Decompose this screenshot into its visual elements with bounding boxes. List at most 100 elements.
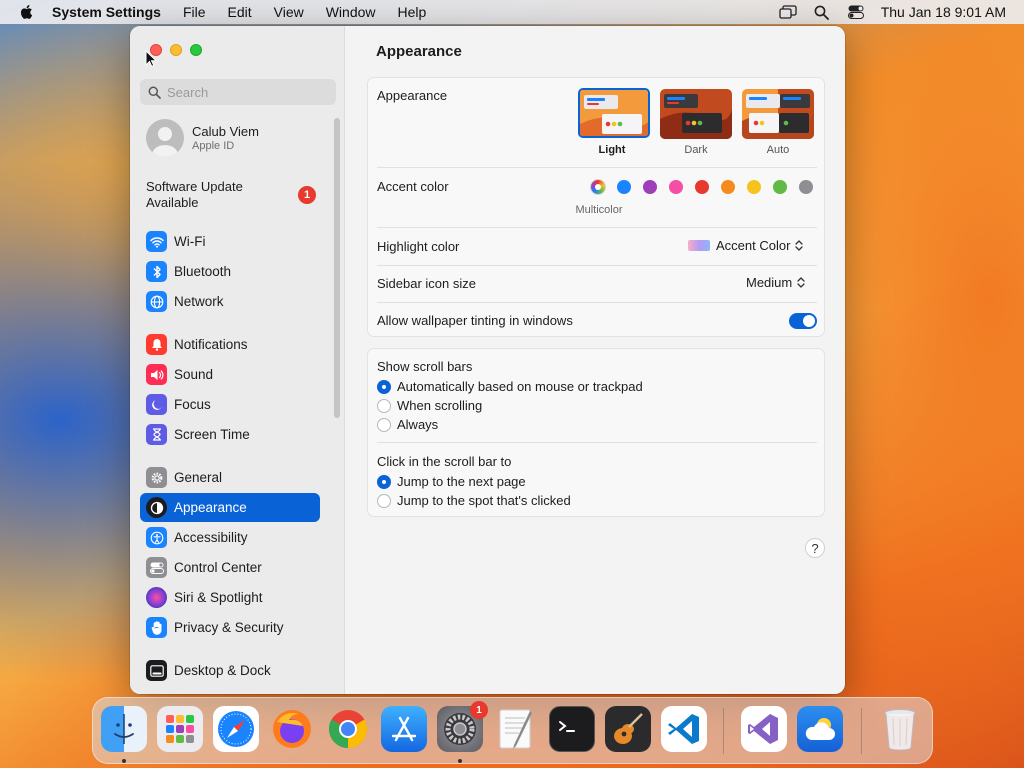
radio-button[interactable]: [377, 379, 391, 394]
search-input[interactable]: [167, 84, 327, 100]
dock-finder[interactable]: [101, 706, 147, 752]
sidebar-item-label: Siri & Spotlight: [174, 590, 263, 605]
menu-window[interactable]: Window: [326, 4, 376, 20]
radio-label: Always: [397, 417, 439, 432]
menu-app-name[interactable]: System Settings: [52, 4, 161, 20]
click-scroll-option-next-page[interactable]: Jump to the next page: [377, 474, 817, 489]
sidebar-item-screen-time[interactable]: Screen Time: [140, 420, 320, 449]
radio-button[interactable]: [377, 398, 391, 413]
accent-blue-swatch[interactable]: [617, 180, 631, 194]
accent-green-swatch[interactable]: [773, 180, 787, 194]
spotlight-search-icon[interactable]: [813, 3, 831, 21]
terminal-icon: [559, 721, 575, 732]
zoom-button[interactable]: [190, 44, 202, 56]
accent-orange-swatch[interactable]: [721, 180, 735, 194]
accent-multicolor-swatch[interactable]: [591, 180, 605, 194]
menu-view[interactable]: View: [274, 4, 304, 20]
sidebar-item-privacy-security[interactable]: Privacy & Security: [140, 613, 320, 642]
accessibility-icon: [146, 527, 167, 548]
gear-icon: [146, 467, 167, 488]
accent-red-swatch[interactable]: [695, 180, 709, 194]
sidebar-item-label: Control Center: [174, 560, 262, 575]
accent-yellow-swatch[interactable]: [747, 180, 761, 194]
sidebar-item-label: Bluetooth: [174, 264, 232, 279]
help-button[interactable]: ?: [805, 538, 825, 558]
trash-icon: [884, 709, 916, 751]
appearance-settings-group: Appearance Light Dark Auto Accent color …: [367, 77, 825, 337]
dock-app-store[interactable]: [381, 706, 427, 752]
dock-weather[interactable]: [797, 706, 843, 752]
click-scroll-option-spot[interactable]: Jump to the spot that's clicked: [377, 493, 817, 508]
control-center-icon[interactable]: [847, 3, 865, 21]
dock-launchpad[interactable]: [157, 706, 203, 752]
scroll-bars-option-when-scrolling[interactable]: When scrolling: [377, 398, 817, 413]
menu-file[interactable]: File: [183, 4, 206, 20]
sidebar-item-network[interactable]: Network: [140, 287, 320, 316]
apple-logo-icon[interactable]: [18, 3, 36, 21]
accent-pink-swatch[interactable]: [669, 180, 683, 194]
scroll-bars-option-automatic[interactable]: Automatically based on mouse or trackpad: [377, 379, 817, 394]
dock-garageband[interactable]: [605, 706, 651, 752]
launchpad-icon: [166, 715, 194, 743]
dock-terminal[interactable]: [549, 706, 595, 752]
show-scroll-bars-label: Show scroll bars: [377, 359, 473, 374]
highlight-color-value: Accent Color: [716, 238, 791, 253]
radio-label: Jump to the next page: [397, 474, 526, 489]
search-field[interactable]: [140, 79, 336, 105]
screen-mirroring-icon[interactable]: [779, 3, 797, 21]
accent-graphite-swatch[interactable]: [799, 180, 813, 194]
dock-textedit[interactable]: [493, 706, 539, 752]
textedit-icon: [499, 709, 532, 749]
dock-chrome[interactable]: [325, 706, 371, 752]
sidebar-item-sound[interactable]: Sound: [140, 360, 320, 389]
sidebar-item-appearance[interactable]: Appearance: [140, 493, 320, 522]
account-name: Calub Viem: [192, 124, 259, 139]
software-update-item[interactable]: Software Update Available 1: [146, 179, 316, 211]
menu-clock[interactable]: Thu Jan 18 9:01 AM: [881, 4, 1006, 20]
sidebar-item-general[interactable]: General: [140, 463, 320, 492]
divider: [377, 265, 817, 266]
highlight-color-preview: [688, 240, 710, 251]
radio-button[interactable]: [377, 417, 391, 432]
dock-trash[interactable]: [877, 706, 923, 752]
sidebar-item-siri-spotlight[interactable]: Siri & Spotlight: [140, 583, 320, 612]
running-indicator: [458, 759, 462, 763]
dock-separator: [861, 708, 862, 754]
sidebar-item-label: Notifications: [174, 337, 248, 352]
sidebar-item-control-center[interactable]: Control Center: [140, 553, 320, 582]
sidebar-item-label: Focus: [174, 397, 211, 412]
sidebar-item-accessibility[interactable]: Accessibility: [140, 523, 320, 552]
dock-vscode[interactable]: [661, 706, 707, 752]
dock-separator: [723, 708, 724, 754]
accent-purple-swatch[interactable]: [643, 180, 657, 194]
menu-edit[interactable]: Edit: [228, 4, 252, 20]
highlight-color-popup[interactable]: Accent Color: [688, 238, 804, 253]
sidebar-icon-size-popup[interactable]: Medium: [746, 275, 805, 290]
sidebar-item-notifications[interactable]: Notifications: [140, 330, 320, 359]
dock-safari[interactable]: [213, 706, 259, 752]
sidebar-item-focus[interactable]: Focus: [140, 390, 320, 419]
sidebar-item-desktop-dock[interactable]: Desktop & Dock: [140, 656, 320, 685]
appearance-option-dark-label: Dark: [684, 144, 708, 156]
dock-firefox[interactable]: [269, 706, 315, 752]
apple-id-account[interactable]: Calub Viem Apple ID: [146, 119, 259, 157]
menu-help[interactable]: Help: [398, 4, 427, 20]
sidebar-item-label: Wi-Fi: [174, 234, 206, 249]
weather-icon: [805, 718, 835, 740]
sidebar-item-wifi[interactable]: Wi-Fi: [140, 227, 320, 256]
chevron-up-down-icon: [795, 239, 804, 253]
app-store-icon: [391, 716, 417, 742]
window-controls: [150, 44, 202, 56]
minimize-button[interactable]: [170, 44, 182, 56]
appearance-option-light-label: Light: [598, 144, 626, 156]
wallpaper-tinting-toggle[interactable]: [789, 313, 817, 329]
control-center-icon: [146, 557, 167, 578]
radio-button[interactable]: [377, 474, 391, 489]
divider: [377, 442, 817, 443]
radio-button[interactable]: [377, 493, 391, 508]
dock-visual-studio[interactable]: [741, 706, 787, 752]
hourglass-icon: [146, 424, 167, 445]
sidebar-item-bluetooth[interactable]: Bluetooth: [140, 257, 320, 286]
sidebar-scrollbar[interactable]: [334, 118, 340, 418]
scroll-bars-option-always[interactable]: Always: [377, 417, 817, 432]
